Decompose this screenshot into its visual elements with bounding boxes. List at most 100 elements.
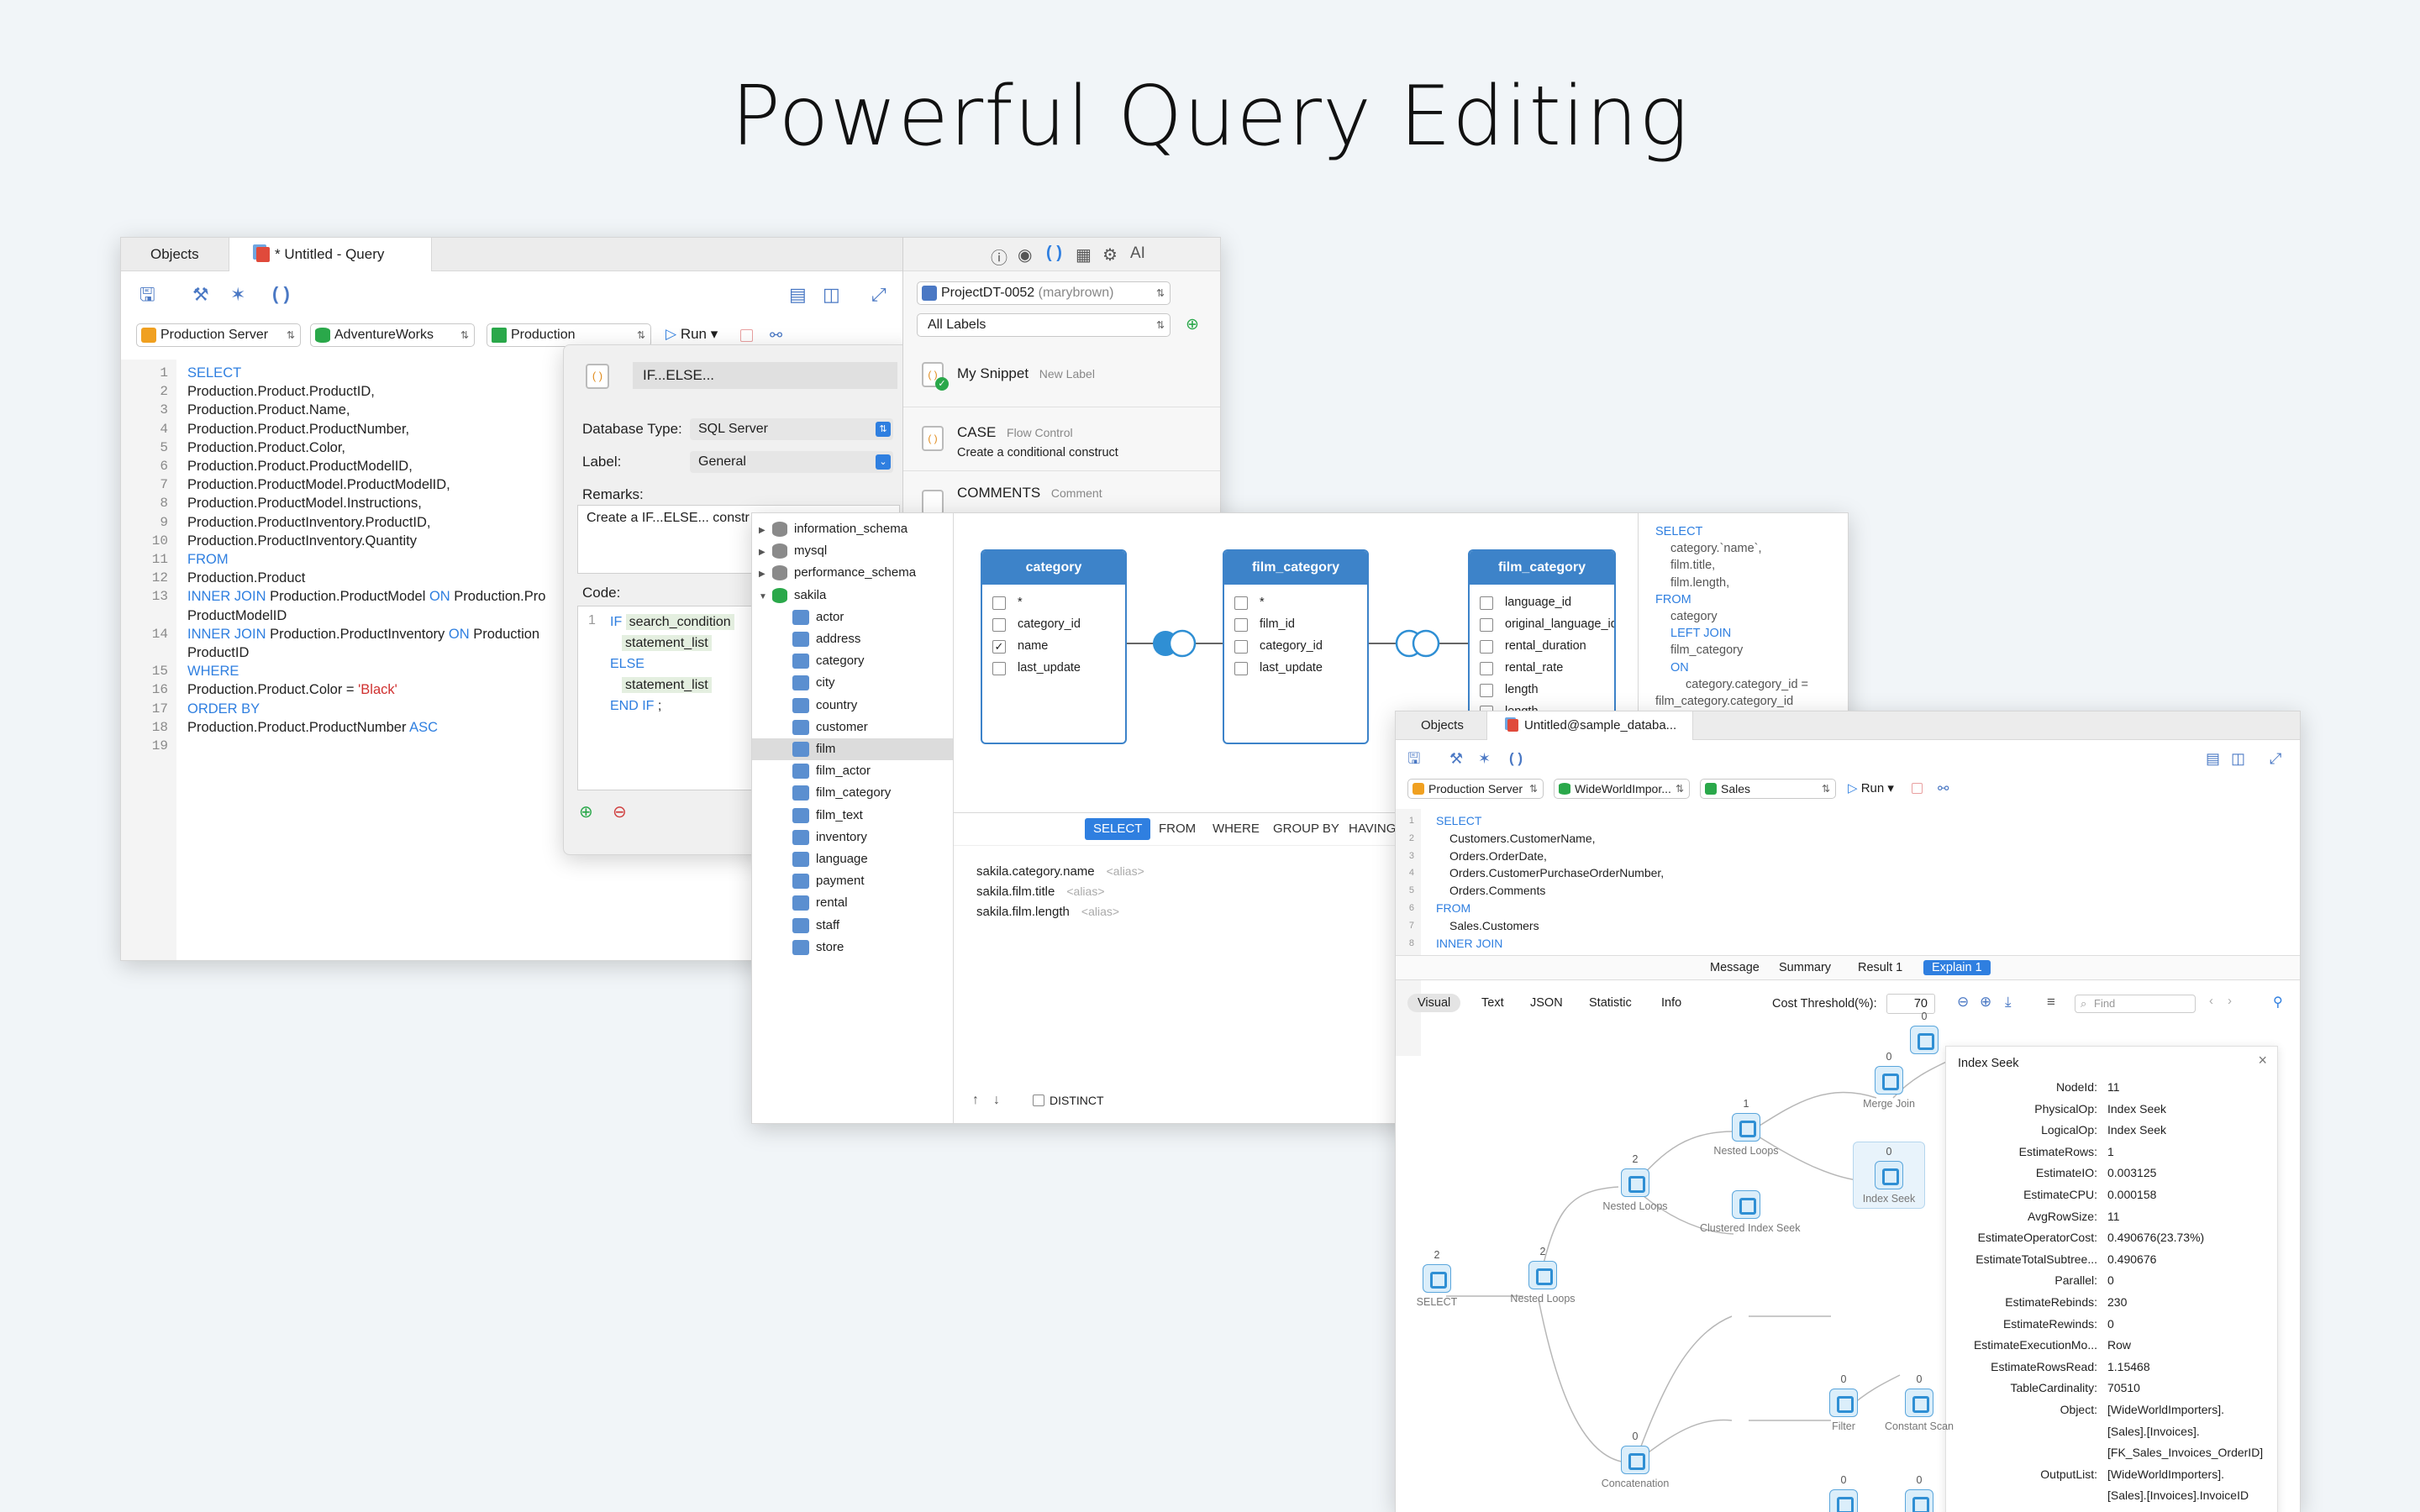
move-down-icon[interactable]: ↓ <box>993 1093 1000 1108</box>
table-icon[interactable]: ▦ <box>1076 244 1092 265</box>
field-checkbox[interactable] <box>992 662 1006 675</box>
code-snippet-icon[interactable]: ( ) <box>272 284 290 304</box>
db-type-select[interactable]: SQL Server ⇅ <box>690 418 893 440</box>
select-field-row[interactable]: sakila.film.title <alias> <box>976 885 1105 899</box>
entity-category[interactable]: category * category_id ✓ name last_update <box>981 549 1127 744</box>
add-snippet-icon[interactable]: ⊕ <box>579 801 593 822</box>
plan-operator-icon <box>1829 1389 1858 1417</box>
field-checkbox[interactable] <box>1480 596 1493 610</box>
plan-node[interactable]: 2 SELECT <box>1396 1249 1483 1308</box>
field-checkbox[interactable] <box>992 618 1006 632</box>
code-line: INNER JOIN Production.ProductInventory O… <box>187 626 540 642</box>
entity-field[interactable]: film_id <box>1224 613 1367 635</box>
run-button[interactable]: ▷ Run ▾ <box>666 326 718 343</box>
select-field-row[interactable]: sakila.film.length <alias> <box>976 905 1119 919</box>
field-checkbox[interactable] <box>1234 596 1248 610</box>
entity-field[interactable]: * <box>982 591 1125 613</box>
field-checkbox[interactable] <box>1234 618 1248 632</box>
distinct-checkbox[interactable] <box>1033 1095 1044 1106</box>
plan-node[interactable]: Clustered Index Seek <box>1700 1187 1801 1234</box>
close-icon[interactable]: × <box>2258 1052 2267 1069</box>
field-checkbox[interactable] <box>1480 684 1493 697</box>
placeholder-search-condition[interactable]: search_condition <box>625 614 734 630</box>
entity-field[interactable]: rental_rate <box>1470 657 1614 679</box>
magic-wand-icon[interactable]: ✶ <box>230 285 245 305</box>
fullscreen-icon[interactable]: ⤢ <box>871 285 886 305</box>
line-number: 7 <box>1408 920 1414 931</box>
layout-split-icon[interactable]: ▤ <box>789 285 807 305</box>
placeholder-statement-list[interactable]: statement_list <box>622 635 712 651</box>
add-label-icon[interactable]: ⊕ <box>1186 315 1199 334</box>
plan-node[interactable]: 0 Merge Join <box>1843 1051 1935 1110</box>
view-tab-text[interactable]: Text <box>1471 994 1514 1012</box>
field-checkbox[interactable] <box>1480 618 1493 632</box>
move-up-icon[interactable]: ↑ <box>972 1093 979 1108</box>
label-select[interactable]: General ⌄ <box>690 451 893 473</box>
layout-columns-icon[interactable]: ◫ <box>823 285 840 305</box>
snippet-list-item[interactable]: ( ) CASE Flow Control Create a condition… <box>903 407 1220 471</box>
plan-node[interactable]: 0 Concatenation <box>1589 1431 1681 1489</box>
entity-field[interactable]: length <box>1470 679 1614 701</box>
info-icon[interactable]: ⓘ <box>991 244 1007 269</box>
entity-field[interactable]: * <box>1224 591 1367 613</box>
view-tab-visual[interactable]: Visual <box>1407 994 1461 1012</box>
field-checkbox[interactable] <box>1480 640 1493 654</box>
entity-field[interactable]: original_language_id <box>1470 613 1614 635</box>
page-headline: Powerful Query Editing <box>730 69 1690 165</box>
plan-node[interactable]: 0 Constant Scan <box>1873 1373 1965 1432</box>
connection-select[interactable]: Production Server ⇅ <box>136 323 301 347</box>
entity-field[interactable]: ✓ name <box>982 635 1125 657</box>
tab-untitled-query[interactable]: * Untitled - Query <box>229 238 432 271</box>
field-checkbox[interactable] <box>1480 662 1493 675</box>
snippet-name-field[interactable]: IF...ELSE... <box>633 362 897 389</box>
format-brush-icon[interactable]: ⚒ <box>192 285 209 305</box>
plan-node[interactable]: 0Nested Loops <box>1873 1474 1965 1512</box>
plan-node[interactable]: 0 <box>1878 1011 1970 1058</box>
field-checkbox[interactable]: ✓ <box>992 640 1006 654</box>
code-line: FROM <box>187 552 229 567</box>
clause-tab-where[interactable]: WHERE <box>1204 818 1268 840</box>
result-tab-summary[interactable]: Summary <box>1770 960 1839 975</box>
snippet-tab-icon[interactable]: ( ) <box>1046 244 1062 263</box>
clause-tab-select[interactable]: SELECT <box>1085 818 1151 840</box>
save-icon[interactable]: 🖫 <box>139 285 155 305</box>
entity-field[interactable]: last_update <box>982 657 1125 679</box>
result-tab-message[interactable]: Message <box>1702 960 1768 975</box>
field-checkbox[interactable] <box>1234 662 1248 675</box>
entity-film-category[interactable]: film_category * film_id category_id last_up… <box>1223 549 1369 744</box>
detail-key: EstimateExecutionMo... <box>1973 1338 2097 1352</box>
result-tab-result-1[interactable]: Result 1 <box>1849 960 1911 975</box>
schema-select[interactable]: Production ⇅ <box>487 323 651 347</box>
entity-field[interactable]: rental_duration <box>1470 635 1614 657</box>
tab-objects[interactable]: Objects <box>150 238 199 271</box>
field-checkbox[interactable] <box>1234 640 1248 654</box>
database-select[interactable]: AdventureWorks ⇅ <box>310 323 475 347</box>
settings-icon[interactable]: ⚙ <box>1102 244 1118 265</box>
entity-field[interactable]: language_id <box>1470 591 1614 613</box>
plan-node[interactable]: 0 Index Seek <box>1853 1142 1925 1209</box>
placeholder-statement-list[interactable]: statement_list <box>622 677 712 693</box>
explain-icon[interactable]: ⚯ <box>770 325 782 345</box>
entity-field[interactable]: last_update <box>1224 657 1367 679</box>
view-tab-json[interactable]: JSON <box>1520 994 1573 1012</box>
view-tab-statistic[interactable]: Statistic <box>1579 994 1642 1012</box>
field-checkbox[interactable] <box>992 596 1006 610</box>
ai-icon[interactable]: AI <box>1130 244 1145 263</box>
detail-value: 11 <box>2107 1080 2120 1094</box>
select-field-row[interactable]: sakila.category.name <alias> <box>976 864 1144 879</box>
eye-icon[interactable]: ◉ <box>1018 244 1032 265</box>
remove-snippet-icon[interactable]: ⊖ <box>613 801 627 822</box>
plan-node[interactable]: 2 Nested Loops <box>1589 1153 1681 1212</box>
view-tab-info[interactable]: Info <box>1651 994 1691 1012</box>
entity-field[interactable]: category_id <box>1224 635 1367 657</box>
clause-tab-from[interactable]: FROM <box>1150 818 1204 840</box>
result-tab-explain-1[interactable]: Explain 1 <box>1923 960 1991 975</box>
stop-icon[interactable] <box>740 329 753 342</box>
clause-tab-group-by[interactable]: GROUP BY <box>1265 818 1348 840</box>
plan-node[interactable]: 1 Nested Loops <box>1700 1098 1792 1157</box>
entity-field[interactable]: category_id <box>982 613 1125 635</box>
project-select[interactable]: ProjectDT-0052 (marybrown) ⇅ <box>917 281 1171 305</box>
plan-node[interactable]: 2 Nested Loops <box>1497 1246 1589 1305</box>
snippet-list-item[interactable]: ( ) ✓ My Snippet New Label <box>903 350 1220 407</box>
labels-filter-select[interactable]: All Labels ⇅ <box>917 313 1171 337</box>
